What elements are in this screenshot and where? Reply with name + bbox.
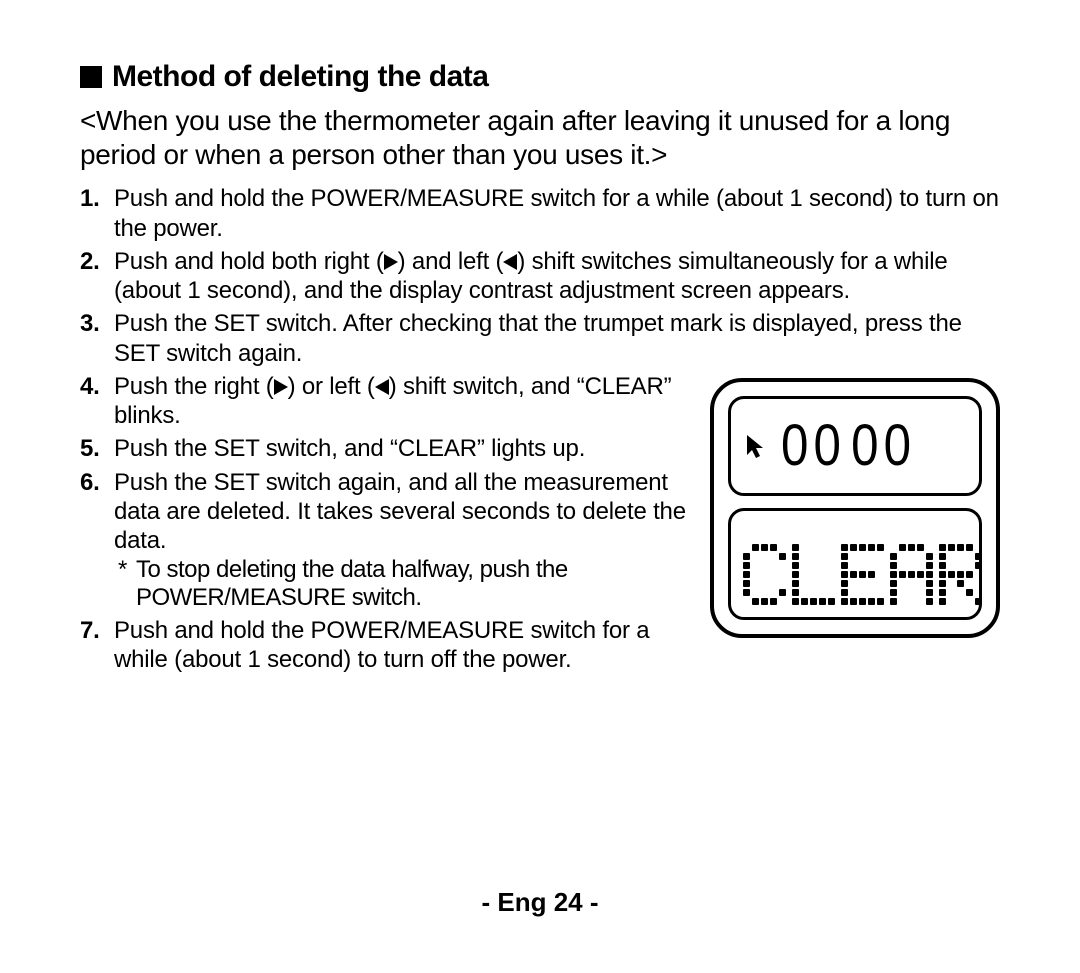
step-2: Push and hold both right () and left () … xyxy=(80,247,1010,306)
triangle-left-icon xyxy=(503,254,517,270)
step-6-text: Push the SET switch again, and all the m… xyxy=(114,469,686,555)
step-7-text: Push and hold the POWER/MEASURE switch f… xyxy=(114,617,649,673)
steps-with-figure-row: Push the right () or left () shift switc… xyxy=(80,372,1010,679)
lcd-digits: 0000 xyxy=(781,412,916,479)
step-3: Push the SET switch. After checking that… xyxy=(80,309,1010,368)
step-5: Push the SET switch, and “CLEAR” lights … xyxy=(80,434,690,463)
steps-column: Push and hold the POWER/MEASURE switch f… xyxy=(80,184,1010,678)
page-footer: - Eng 24 - xyxy=(0,887,1080,918)
step-4-text-a: Push the right ( xyxy=(114,373,274,400)
lcd-screen: 0000 xyxy=(710,378,1000,638)
step-7: Push and hold the POWER/MEASURE switch f… xyxy=(80,616,690,675)
lcd-digits-pair1: 00 xyxy=(781,413,846,478)
lcd-clear-label xyxy=(743,544,982,605)
page-number: - Eng 24 - xyxy=(481,887,598,917)
lcd-digits-pair2: 00 xyxy=(851,413,916,478)
step-6-note: To stop deleting the data halfway, push … xyxy=(114,556,690,613)
step-5-text: Push the SET switch, and “CLEAR” lights … xyxy=(114,435,585,462)
section-title-text: Method of deleting the data xyxy=(112,60,489,94)
manual-page: Method of deleting the data <When you us… xyxy=(0,0,1080,973)
step-2-text-a: Push and hold both right ( xyxy=(114,248,384,275)
triangle-right-icon xyxy=(384,254,398,270)
steps-list: Push and hold the POWER/MEASURE switch f… xyxy=(80,184,1010,368)
triangle-right-icon xyxy=(274,379,288,395)
step-6: Push the SET switch again, and all the m… xyxy=(80,468,690,612)
triangle-left-icon xyxy=(375,379,389,395)
step-4: Push the right () or left () shift switc… xyxy=(80,372,690,431)
cursor-arrow-icon xyxy=(745,433,767,459)
step-3-text: Push the SET switch. After checking that… xyxy=(114,310,962,366)
step-4-text-b: ) or left ( xyxy=(288,373,375,400)
content-row: Push and hold the POWER/MEASURE switch f… xyxy=(80,184,1010,678)
lcd-top-panel: 0000 xyxy=(728,396,982,496)
section-title: Method of deleting the data xyxy=(80,60,1010,94)
square-bullet-icon xyxy=(80,66,102,88)
step-2-text-b: ) and left ( xyxy=(398,248,504,275)
step-1: Push and hold the POWER/MEASURE switch f… xyxy=(80,184,1010,243)
steps-list-cont: Push the right () or left () shift switc… xyxy=(80,372,690,679)
lcd-figure: 0000 xyxy=(710,372,1010,679)
step-1-text: Push and hold the POWER/MEASURE switch f… xyxy=(114,185,999,241)
step-6-note-text: To stop deleting the data halfway, push … xyxy=(136,556,568,611)
intro-text: <When you use the thermometer again afte… xyxy=(80,104,1010,172)
lcd-bottom-panel xyxy=(728,508,982,620)
